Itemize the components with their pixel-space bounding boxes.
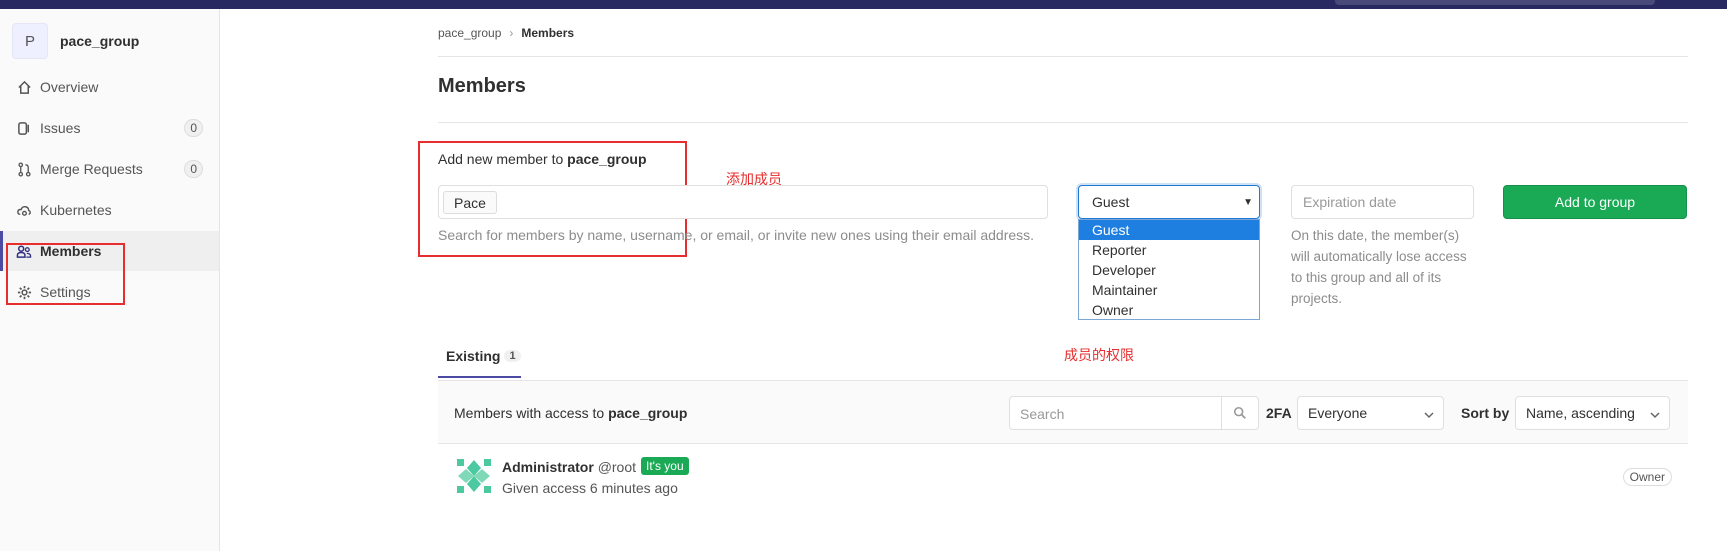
issues-icon bbox=[16, 120, 32, 136]
member-role-badge: Owner bbox=[1622, 468, 1672, 486]
members-filter-bar: Members with access to pace_group Search… bbox=[438, 380, 1688, 444]
merge-request-icon bbox=[16, 161, 32, 177]
add-member-group-name: pace_group bbox=[567, 151, 647, 167]
member-search-input[interactable]: Pace bbox=[438, 185, 1048, 219]
chevron-down-icon bbox=[1649, 408, 1661, 424]
chevron-down-icon bbox=[1423, 408, 1435, 424]
members-search-placeholder: Search bbox=[1020, 406, 1065, 422]
member-handle: @root bbox=[597, 459, 637, 475]
sidebar-item-label: Merge Requests bbox=[40, 161, 143, 177]
caret-down-icon: ▼ bbox=[1243, 197, 1253, 208]
selected-user-token[interactable]: Pace bbox=[443, 191, 497, 214]
home-icon bbox=[16, 79, 32, 95]
breadcrumb-current[interactable]: Members bbox=[521, 26, 574, 40]
role-option-developer[interactable]: Developer bbox=[1079, 260, 1259, 280]
members-search-input[interactable]: Search bbox=[1009, 396, 1259, 430]
divider bbox=[438, 122, 1688, 123]
merge-requests-count-badge: 0 bbox=[184, 160, 203, 178]
top-navbar bbox=[0, 0, 1727, 9]
sidebar-item-kubernetes[interactable]: Kubernetes bbox=[0, 190, 219, 230]
sidebar-item-label: Overview bbox=[40, 79, 99, 95]
divider bbox=[438, 56, 1688, 57]
expiration-help: On this date, the member(s) will automat… bbox=[1291, 228, 1467, 306]
breadcrumb-group-link[interactable]: pace_group bbox=[438, 26, 501, 40]
group-avatar: P bbox=[12, 23, 48, 59]
twofa-filter-value: Everyone bbox=[1308, 405, 1368, 421]
role-select-value: Guest bbox=[1092, 194, 1130, 210]
sidebar-item-merge-requests[interactable]: Merge Requests 0 bbox=[0, 149, 219, 189]
twofa-filter-select[interactable]: Everyone bbox=[1297, 396, 1444, 430]
add-to-group-button[interactable]: Add to group bbox=[1503, 185, 1687, 219]
twofa-label: 2FA bbox=[1266, 405, 1292, 421]
role-option-owner[interactable]: Owner bbox=[1079, 300, 1259, 320]
sort-value: Name, ascending bbox=[1526, 405, 1635, 421]
member-search-help: Search for members by name, username, or… bbox=[438, 227, 1035, 243]
annotation-box-members-nav bbox=[6, 243, 125, 305]
role-options-list: Guest Reporter Developer Maintainer Owne… bbox=[1078, 219, 1260, 320]
role-option-maintainer[interactable]: Maintainer bbox=[1079, 280, 1259, 300]
sidebar-item-overview[interactable]: Overview bbox=[0, 67, 219, 107]
role-option-reporter[interactable]: Reporter bbox=[1079, 240, 1259, 260]
search-icon[interactable] bbox=[1221, 397, 1258, 429]
sidebar-item-issues[interactable]: Issues 0 bbox=[0, 108, 219, 148]
member-name[interactable]: Administrator @root bbox=[502, 459, 636, 475]
cloud-gear-icon bbox=[16, 202, 32, 218]
sidebar-item-label: Kubernetes bbox=[40, 202, 112, 218]
global-search-stub[interactable] bbox=[1335, 0, 1655, 5]
tab-existing[interactable]: Existing 1 bbox=[438, 333, 529, 378]
breadcrumb: pace_group › Members bbox=[438, 26, 574, 40]
sort-by-label: Sort by bbox=[1461, 405, 1510, 421]
tab-existing-count: 1 bbox=[504, 349, 521, 362]
sidebar-item-label: Issues bbox=[40, 120, 81, 136]
add-member-label: Add new member to pace_group bbox=[438, 151, 647, 167]
avatar[interactable] bbox=[454, 456, 494, 496]
role-option-guest[interactable]: Guest bbox=[1079, 220, 1259, 240]
member-row: Administrator @root It's you Given acces… bbox=[438, 445, 1688, 505]
breadcrumb-chevron-icon: › bbox=[509, 26, 514, 40]
its-you-badge: It's you bbox=[641, 457, 689, 475]
annotation-member-role: 成员的权限 bbox=[1064, 348, 1134, 364]
sort-select[interactable]: Name, ascending bbox=[1515, 396, 1670, 430]
page-title: Members bbox=[438, 75, 526, 97]
expiration-date-input[interactable]: Expiration date bbox=[1291, 185, 1474, 219]
members-group-name: pace_group bbox=[608, 405, 688, 421]
group-name: pace_group bbox=[60, 33, 140, 49]
members-access-label: Members with access to pace_group bbox=[454, 405, 688, 421]
issues-count-badge: 0 bbox=[184, 119, 203, 137]
group-header[interactable]: P pace_group bbox=[12, 23, 139, 59]
active-tab-indicator bbox=[438, 376, 521, 378]
tab-existing-label: Existing bbox=[446, 347, 501, 364]
role-select[interactable]: Guest ▼ bbox=[1078, 185, 1260, 219]
member-access-time: Given access 6 minutes ago bbox=[502, 480, 678, 496]
